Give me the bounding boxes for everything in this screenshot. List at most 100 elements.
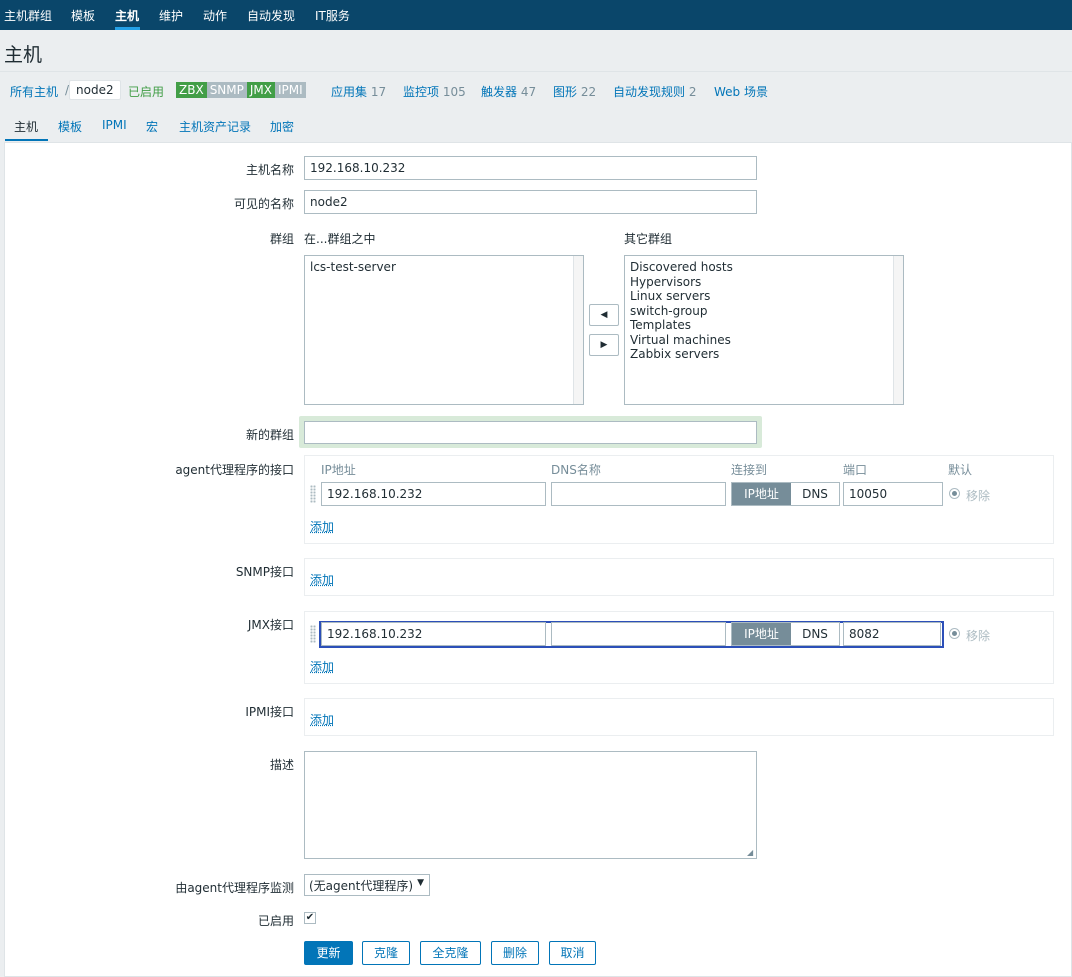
nav-discovery[interactable]: 自动发现 [247, 7, 295, 24]
jmx-default-radio[interactable] [949, 628, 960, 639]
enabled-label: 已启用 [257, 914, 294, 928]
drag-handle-icon[interactable] [310, 485, 316, 503]
list-item[interactable]: Templates [630, 318, 898, 333]
triangle-left-icon: ◀ [600, 310, 608, 320]
jmx-add-link[interactable]: 添加 [310, 658, 334, 675]
discovery-rules-link[interactable]: 自动发现规则 [613, 85, 685, 99]
other-groups-list[interactable]: Discovered hosts Hypervisors Linux serve… [624, 255, 904, 405]
breadcrumb-applications[interactable]: 应用集 17 [331, 83, 386, 100]
nav-host-groups[interactable]: 主机群组 [4, 7, 52, 24]
nav-actions[interactable]: 动作 [203, 7, 227, 24]
list-item[interactable]: Linux servers [630, 289, 898, 304]
move-left-button[interactable]: ◀ [589, 304, 619, 326]
new-group-label: 新的群组 [245, 428, 294, 442]
breadcrumb-graphs[interactable]: 图形 22 [553, 83, 596, 100]
badge-ipmi: IPMI [275, 82, 306, 98]
tab-host[interactable]: 主机 [14, 118, 38, 135]
triangle-right-icon: ▶ [600, 340, 608, 350]
agent-ip-input[interactable]: 192.168.10.232 [321, 482, 546, 506]
description-label: 描述 [269, 758, 294, 772]
full-clone-button[interactable]: 全克隆 [420, 941, 481, 965]
visible-name-input[interactable]: node2 [304, 190, 757, 214]
agent-add-link[interactable]: 添加 [310, 518, 334, 535]
cancel-button[interactable]: 取消 [549, 941, 596, 965]
chevron-down-icon: ▼ [417, 878, 424, 888]
proxy-label: 由agent代理程序监测 [175, 881, 294, 895]
triggers-count: 47 [520, 85, 537, 99]
agent-default-radio[interactable] [949, 488, 960, 499]
delete-button[interactable]: 删除 [491, 941, 539, 965]
nav-it-services[interactable]: IT服务 [315, 7, 350, 24]
nav-active-indicator [115, 27, 140, 30]
snmp-interfaces-label: SNMP接口 [235, 565, 294, 579]
resize-handle-icon[interactable]: ◢ [747, 848, 753, 857]
connect-dns-option[interactable]: DNS [791, 623, 839, 645]
top-navigation: 主机群组 模板 主机 维护 动作 自动发现 IT服务 [0, 0, 1072, 30]
list-item[interactable]: Discovered hosts [630, 260, 898, 275]
visible-name-label: 可见的名称 [233, 197, 294, 211]
agent-port-input[interactable]: 10050 [843, 482, 943, 506]
port-column-header: 端口 [843, 463, 868, 477]
connect-column-header: 连接到 [731, 463, 768, 477]
agent-dns-input[interactable] [551, 482, 726, 506]
nav-hosts[interactable]: 主机 [115, 7, 139, 24]
list-item[interactable]: Hypervisors [630, 275, 898, 290]
hostname-input[interactable]: 192.168.10.232 [304, 156, 757, 180]
drag-handle-icon[interactable] [310, 625, 316, 643]
breadcrumb-host: node2 [69, 80, 121, 100]
list-item[interactable]: Virtual machines [630, 333, 898, 348]
move-right-button[interactable]: ▶ [589, 334, 619, 356]
form-tabs: 主机 模板 IPMI 宏 主机资产记录 加密 [0, 108, 1072, 142]
breadcrumb-discovery-rules[interactable]: 自动发现规则 2 [613, 83, 696, 100]
ipmi-add-link[interactable]: 添加 [310, 711, 334, 728]
connect-ip-option[interactable]: IP地址 [732, 483, 791, 505]
snmp-add-link[interactable]: 添加 [310, 571, 334, 588]
proxy-select[interactable]: (无agent代理程序) ▼ [304, 874, 430, 896]
interface-badges: ZBX SNMP JMX IPMI [176, 82, 306, 98]
breadcrumb-items[interactable]: 监控项 105 [403, 83, 466, 100]
triggers-link[interactable]: 触发器 [481, 85, 517, 99]
in-groups-list[interactable]: lcs-test-server [304, 255, 584, 405]
badge-jmx: JMX [246, 82, 275, 98]
description-textarea[interactable] [304, 751, 757, 859]
snmp-interfaces-section [304, 558, 1054, 596]
status-badge[interactable]: 已启用 [128, 83, 164, 100]
items-count: 105 [442, 85, 466, 99]
list-item[interactable]: switch-group [630, 304, 898, 319]
update-button[interactable]: 更新 [304, 941, 353, 965]
jmx-ip-input[interactable]: 192.168.10.232 [321, 622, 546, 646]
hostname-label: 主机名称 [245, 163, 294, 177]
applications-link[interactable]: 应用集 [331, 85, 367, 99]
connect-dns-option[interactable]: DNS [791, 483, 839, 505]
nav-templates[interactable]: 模板 [71, 7, 95, 24]
proxy-select-value: (无agent代理程序) [309, 879, 414, 893]
enabled-checkbox[interactable]: ✔ [304, 912, 316, 924]
jmx-remove-link[interactable]: 移除 [966, 627, 990, 644]
in-groups-scrollbar[interactable] [573, 256, 583, 404]
clone-button[interactable]: 克隆 [362, 941, 410, 965]
tab-inventory[interactable]: 主机资产记录 [179, 118, 251, 135]
tab-ipmi[interactable]: IPMI [102, 118, 127, 132]
page-title: 主机 [4, 44, 43, 66]
new-group-input[interactable] [304, 421, 757, 444]
list-item[interactable]: Zabbix servers [630, 347, 898, 362]
agent-remove-link[interactable]: 移除 [966, 487, 990, 504]
graphs-link[interactable]: 图形 [553, 85, 577, 99]
tab-encryption[interactable]: 加密 [270, 118, 294, 135]
breadcrumb-web-scenarios[interactable]: Web 场景 [714, 83, 768, 100]
tab-macros[interactable]: 宏 [146, 118, 158, 135]
nav-maintenance[interactable]: 维护 [159, 7, 183, 24]
breadcrumb-triggers[interactable]: 触发器 47 [481, 83, 536, 100]
jmx-port-input[interactable]: 8082 [843, 622, 941, 646]
items-link[interactable]: 监控项 [403, 85, 439, 99]
agent-connect-toggle: IP地址 DNS [731, 482, 840, 506]
breadcrumb-all-hosts[interactable]: 所有主机 [10, 83, 58, 100]
other-groups-scrollbar[interactable] [893, 256, 903, 404]
list-item[interactable]: lcs-test-server [310, 260, 578, 275]
tab-active-indicator [5, 139, 48, 141]
connect-ip-option[interactable]: IP地址 [732, 623, 791, 645]
jmx-dns-input[interactable] [551, 622, 726, 646]
tab-templates[interactable]: 模板 [58, 118, 82, 135]
ipmi-interfaces-section [304, 698, 1054, 736]
applications-count: 17 [370, 85, 387, 99]
